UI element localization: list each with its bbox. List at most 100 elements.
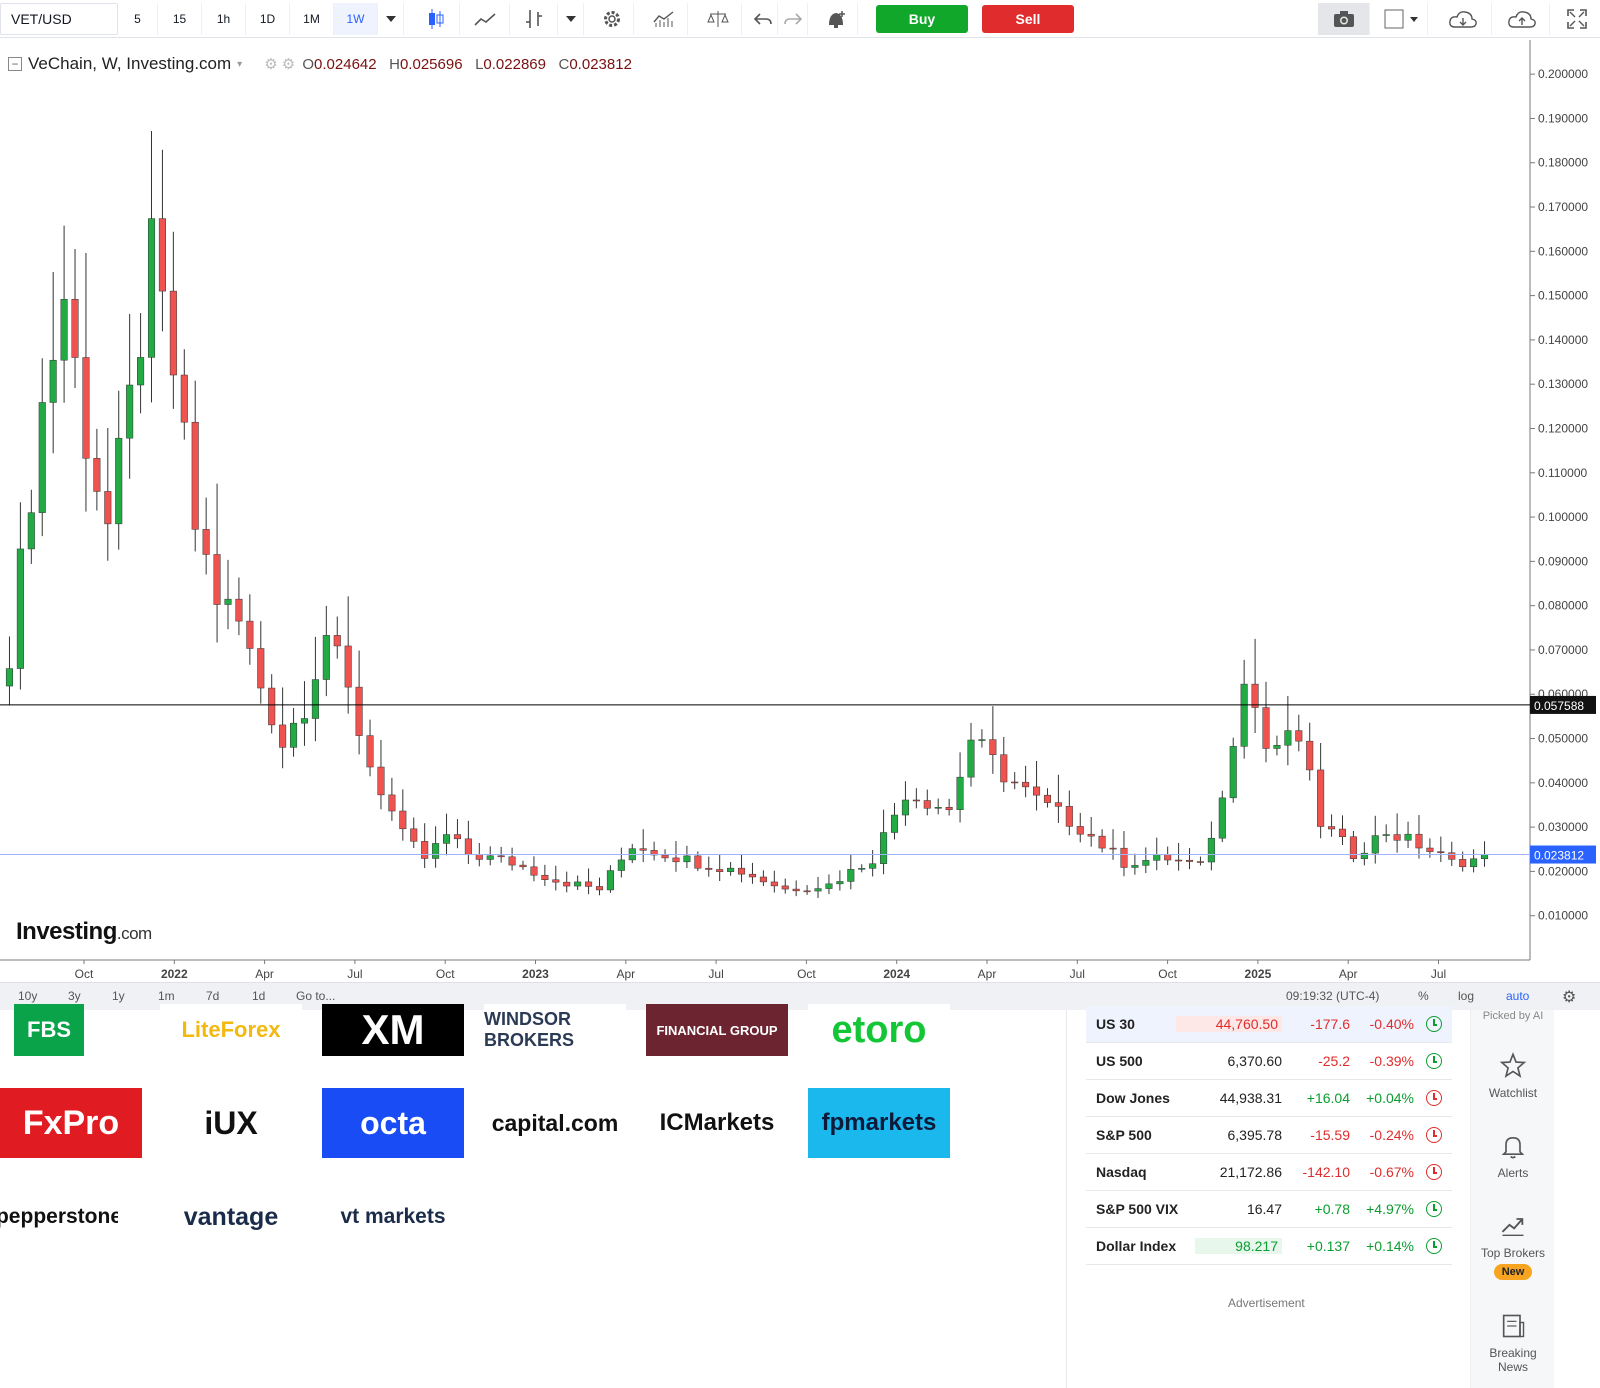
candle-body — [1109, 847, 1117, 850]
range-3y[interactable]: 3y — [68, 989, 81, 1003]
broker-logo-financial-group[interactable]: FINANCIAL GROUP — [646, 1004, 788, 1056]
goto-date-button[interactable]: Go to... — [296, 989, 335, 1003]
candle-body — [847, 869, 855, 882]
y-tick-label: 0.100000 — [1538, 510, 1588, 524]
percent-scale-toggle[interactable]: % — [1418, 989, 1429, 1003]
undo-icon[interactable] — [748, 3, 778, 35]
interval-1d[interactable]: 1D — [246, 3, 290, 35]
breaking-news-button[interactable]: Breaking News — [1471, 1312, 1555, 1374]
candle-body — [1043, 794, 1052, 803]
market-row[interactable]: Nasdaq 21,172.86 -142.10 -0.67% — [1086, 1154, 1452, 1191]
interval-5[interactable]: 5 — [118, 3, 158, 35]
market-change: +0.78 — [1314, 1201, 1350, 1217]
candle-body — [279, 724, 287, 748]
clock-readout: 09:19:32 (UTC-4) — [1286, 989, 1380, 1003]
candle-body — [595, 886, 604, 891]
range-10y[interactable]: 10y — [18, 989, 37, 1003]
candle-body — [770, 881, 778, 887]
candle-body — [1349, 836, 1357, 859]
broker-logo-liteforex[interactable]: LiteForex — [160, 1004, 302, 1056]
market-status-clock-icon — [1426, 1090, 1442, 1106]
investing-logo: Investing.com — [16, 918, 152, 945]
ohlc-readout: ⚙ ⚙ O0.024642 H0.025696 L0.022869 C0.023… — [264, 55, 632, 73]
symbol-input[interactable]: VET/USD — [0, 3, 118, 35]
broker-logo-pepperstone[interactable]: pepperstone — [0, 1182, 118, 1252]
chart-settings-gear-icon[interactable]: ⚙ — [1562, 987, 1576, 1007]
layout-select-icon[interactable] — [1376, 3, 1428, 35]
compare-scale-icon[interactable] — [694, 3, 742, 35]
sell-button[interactable]: Sell — [982, 5, 1074, 33]
interval-1w[interactable]: 1W — [334, 3, 378, 35]
candle-body — [694, 855, 702, 869]
broker-logo-icmarkets[interactable]: ICMarkets — [646, 1088, 788, 1158]
interval-15[interactable]: 15 — [158, 3, 202, 35]
market-change: -15.59 — [1310, 1127, 1350, 1143]
interval-1m[interactable]: 1M — [290, 3, 334, 35]
candle-body — [377, 766, 385, 796]
x-tick-label: Apr — [1339, 967, 1358, 981]
candlestick-chart[interactable]: 0.200000 0.190000 0.180000 0.170000 0.160000… — [0, 40, 1600, 990]
market-change-percent: +0.04% — [1366, 1090, 1414, 1106]
broker-logo-etoro[interactable]: etoro — [808, 1004, 950, 1056]
alerts-button[interactable]: Alerts — [1471, 1132, 1555, 1180]
trend-up-icon — [1501, 1218, 1524, 1237]
interval-dropdown-chevron-icon[interactable] — [378, 3, 404, 35]
broker-logo-vantage[interactable]: vantage — [160, 1182, 302, 1252]
market-row[interactable]: Dollar Index 98.217 +0.137 +0.14% — [1086, 1228, 1452, 1265]
candle-body — [5, 668, 13, 687]
range-7d[interactable]: 7d — [206, 989, 219, 1003]
broker-logo-fpmarkets[interactable]: fpmarkets — [808, 1088, 950, 1158]
broker-logo-octa[interactable]: octa — [322, 1088, 464, 1158]
fullscreen-icon[interactable] — [1556, 3, 1598, 35]
candle-body — [257, 648, 265, 689]
market-row[interactable]: US 30 44,760.50 -177.6 -0.40% — [1086, 1006, 1452, 1043]
log-scale-toggle[interactable]: log — [1458, 989, 1474, 1003]
indicators-icon[interactable] — [640, 3, 688, 35]
broker-logo-xm[interactable]: XM — [322, 1004, 464, 1056]
cloud-download-icon[interactable] — [1434, 3, 1492, 35]
broker-logo-fbs[interactable]: FBS — [14, 1004, 84, 1056]
top-brokers-button[interactable]: Top Brokers New — [1471, 1212, 1555, 1280]
range-1y[interactable]: 1y — [112, 989, 125, 1003]
top-brokers-label: Top Brokers — [1480, 1246, 1546, 1260]
redo-icon[interactable] — [778, 3, 808, 35]
market-price: 6,395.78 — [1227, 1127, 1283, 1143]
y-tick-label: 0.200000 — [1538, 67, 1588, 81]
candles-chart-type-icon[interactable] — [412, 3, 460, 35]
market-row[interactable]: S&P 500 VIX 16.47 +0.78 +4.97% — [1086, 1191, 1452, 1228]
watchlist-button[interactable]: Watchlist — [1471, 1052, 1555, 1100]
broker-logo-iux[interactable]: iUX — [160, 1088, 302, 1158]
line-chart-type-icon[interactable] — [460, 3, 510, 35]
market-name: US 500 — [1096, 1053, 1143, 1069]
gear-icon[interactable] — [590, 3, 634, 35]
buy-button[interactable]: Buy — [876, 5, 968, 33]
x-tick-label: Jul — [347, 967, 362, 981]
chart-type-dropdown-chevron-icon[interactable] — [558, 3, 584, 35]
auto-scale-toggle[interactable]: auto — [1506, 989, 1529, 1003]
bars-chart-type-icon[interactable] — [510, 3, 558, 35]
broker-logo-fxpro[interactable]: FxPro — [0, 1088, 142, 1158]
x-tick-label: Jul — [1431, 967, 1446, 981]
broker-logo-windsor-brokers[interactable]: WINDSOR BROKERS — [484, 1004, 626, 1056]
range-1m[interactable]: 1m — [158, 989, 175, 1003]
price-chart[interactable]: 0.200000 0.190000 0.180000 0.170000 0.160000… — [0, 40, 1600, 990]
broker-logo-vt-markets[interactable]: vt markets — [322, 1182, 464, 1252]
market-row[interactable]: US 500 6,370.60 -25.2 -0.39% — [1086, 1043, 1452, 1080]
cloud-upload-icon[interactable] — [1494, 3, 1550, 35]
range-1d[interactable]: 1d — [252, 989, 265, 1003]
market-row[interactable]: Dow Jones 44,938.31 +16.04 +0.04% — [1086, 1080, 1452, 1117]
candle-body — [934, 807, 942, 809]
alert-add-icon[interactable] — [814, 3, 858, 35]
candle-body — [869, 863, 877, 869]
title-dropdown-chevron-icon[interactable]: ▾ — [237, 59, 242, 70]
camera-icon[interactable] — [1318, 3, 1370, 35]
broker-logo-capital-com[interactable]: capital.com — [484, 1088, 626, 1158]
candle-body — [442, 834, 451, 844]
visibility-icons[interactable]: ⚙ ⚙ — [264, 55, 298, 73]
market-row[interactable]: S&P 500 6,395.78 -15.59 -0.24% — [1086, 1117, 1452, 1154]
candle-body — [792, 888, 800, 892]
candle-body — [202, 529, 210, 555]
collapse-legend-icon[interactable]: − — [8, 57, 22, 71]
interval-1h[interactable]: 1h — [202, 3, 246, 35]
candle-body — [1448, 852, 1456, 860]
